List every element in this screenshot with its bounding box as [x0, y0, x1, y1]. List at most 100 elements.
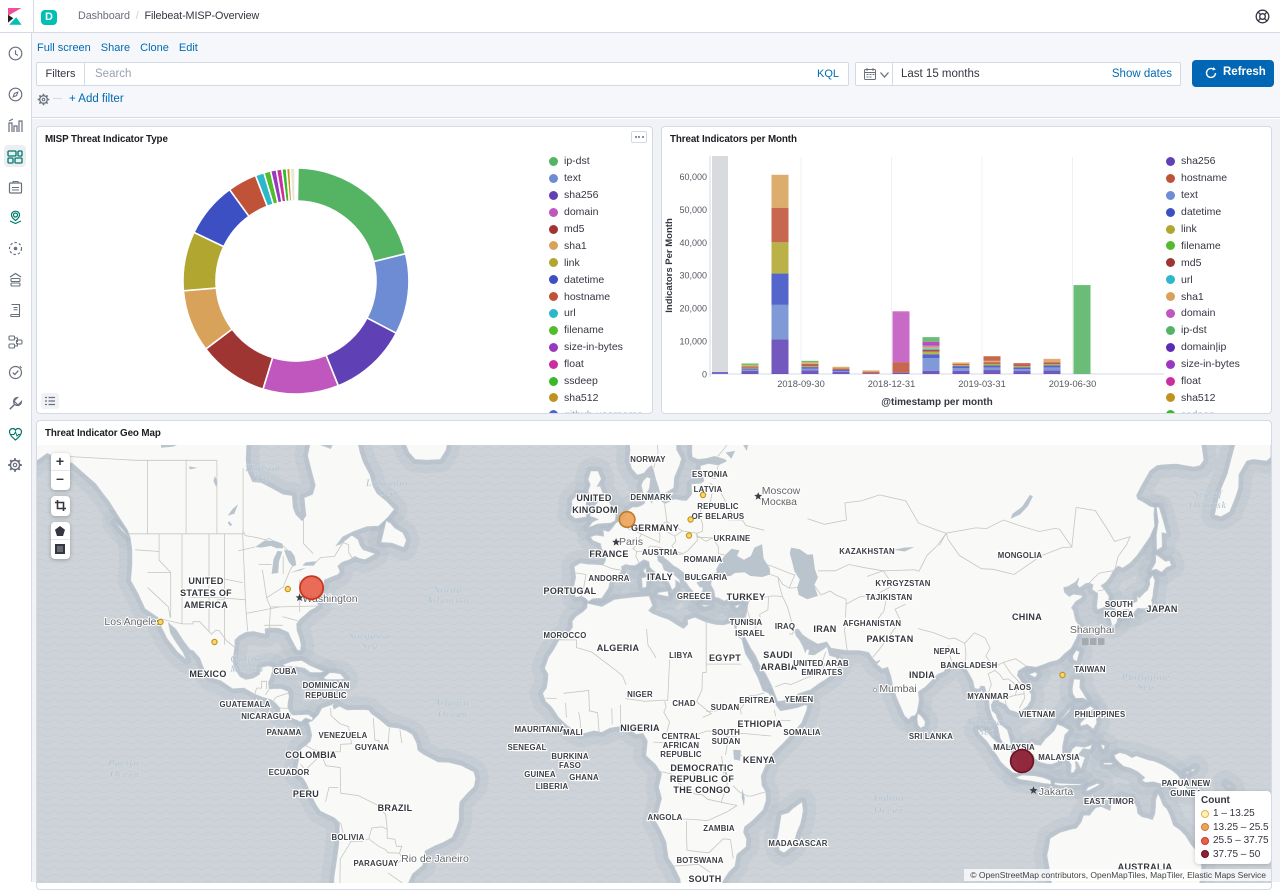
- svg-text:MAURITANIA: MAURITANIA: [515, 725, 566, 734]
- svg-text:AFGHANISTAN: AFGHANISTAN: [843, 619, 902, 628]
- svg-text:NEPAL: NEPAL: [934, 647, 961, 656]
- svg-text:0: 0: [702, 370, 707, 380]
- svg-text:NICARAGUA: NICARAGUA: [241, 712, 291, 721]
- svg-text:CUBA: CUBA: [273, 667, 296, 676]
- svg-text:REPUBLIC: REPUBLIC: [305, 691, 347, 700]
- svg-text:Bay: Bay: [254, 474, 271, 484]
- svg-text:2018-09-30: 2018-09-30: [777, 379, 825, 389]
- svg-text:STATES OF: STATES OF: [180, 588, 232, 598]
- svg-text:PERU: PERU: [293, 789, 319, 799]
- svg-text:Los Angeles: Los Angeles: [104, 616, 161, 628]
- svg-text:MALI: MALI: [563, 728, 583, 737]
- svg-text:ERITREA: ERITREA: [739, 696, 775, 705]
- svg-text:ETHIOPIA: ETHIOPIA: [738, 719, 783, 729]
- svg-text:SOUTH: SOUTH: [1105, 600, 1133, 609]
- svg-text:PORTUGAL: PORTUGAL: [544, 586, 597, 596]
- svg-text:SOUTH: SOUTH: [712, 728, 740, 737]
- svg-text:2018-12-31: 2018-12-31: [868, 379, 916, 389]
- svg-text:30,000: 30,000: [679, 271, 707, 281]
- svg-text:GREECE: GREECE: [677, 592, 711, 601]
- svg-text:REPUBLIC: REPUBLIC: [660, 750, 702, 759]
- svg-text:Ocean: Ocean: [874, 806, 903, 816]
- svg-text:UNITED: UNITED: [188, 576, 223, 586]
- svg-text:Okhotsk: Okhotsk: [1189, 501, 1226, 511]
- svg-text:Ocean: Ocean: [438, 710, 467, 720]
- svg-text:VIETNAM: VIETNAM: [1019, 710, 1056, 719]
- svg-text:MEXICO: MEXICO: [189, 669, 226, 679]
- svg-text:JAPAN: JAPAN: [1146, 604, 1177, 614]
- svg-text:Mumbai: Mumbai: [879, 683, 916, 695]
- svg-text:GUYANA: GUYANA: [355, 743, 389, 752]
- svg-text:SUDAN: SUDAN: [711, 703, 740, 712]
- svg-text:60,000: 60,000: [679, 172, 707, 182]
- svg-text:DOMINICAN: DOMINICAN: [303, 681, 350, 690]
- svg-text:GERMANY: GERMANY: [631, 523, 679, 533]
- svg-text:ALGERIA: ALGERIA: [597, 643, 640, 653]
- svg-text:OF BELARUS: OF BELARUS: [692, 512, 745, 521]
- svg-text:Sea: Sea: [979, 728, 995, 738]
- svg-text:Andaman: Andaman: [965, 718, 1009, 728]
- svg-text:BULGARIA: BULGARIA: [685, 573, 728, 582]
- svg-text:EGYPT: EGYPT: [709, 653, 741, 663]
- svg-text:Sea: Sea: [1138, 683, 1154, 693]
- svg-text:@timestamp per month: @timestamp per month: [881, 397, 992, 408]
- svg-text:UKRAINE: UKRAINE: [714, 534, 751, 543]
- svg-text:UNITED ARAB: UNITED ARAB: [793, 659, 849, 668]
- svg-text:NIGERIA: NIGERIA: [620, 723, 660, 733]
- svg-text:Atlantic: Atlantic: [433, 699, 471, 709]
- svg-text:MONGOLIA: MONGOLIA: [998, 551, 1043, 560]
- svg-text:2019-03-31: 2019-03-31: [958, 379, 1006, 389]
- svg-text:MALAYSIA: MALAYSIA: [993, 743, 1035, 752]
- svg-text:Ocean: Ocean: [110, 770, 139, 780]
- svg-text:SUDAN: SUDAN: [712, 737, 741, 746]
- svg-text:Sea: Sea: [362, 642, 378, 652]
- svg-text:Pacific: Pacific: [107, 758, 141, 769]
- svg-text:KINGDOM: KINGDOM: [572, 505, 618, 515]
- svg-text:INDIA: INDIA: [909, 670, 935, 680]
- svg-text:PARAGUAY: PARAGUAY: [354, 859, 400, 868]
- svg-text:REPUBLIC: REPUBLIC: [697, 502, 739, 511]
- svg-text:Labrador: Labrador: [365, 479, 410, 489]
- svg-text:THE CONGO: THE CONGO: [673, 785, 730, 795]
- svg-text:Shanghai: Shanghai: [1070, 624, 1114, 636]
- svg-text:NORWAY: NORWAY: [630, 455, 666, 464]
- svg-text:ITALY: ITALY: [647, 572, 673, 582]
- svg-text:AMERICA: AMERICA: [184, 600, 228, 610]
- svg-text:EAST TIMOR: EAST TIMOR: [1084, 797, 1134, 806]
- svg-text:Sargasso: Sargasso: [349, 632, 391, 642]
- svg-text:VENEZUELA: VENEZUELA: [318, 731, 367, 740]
- svg-text:ROMANIA: ROMANIA: [684, 555, 723, 564]
- svg-text:Rio de Janeiro: Rio de Janeiro: [401, 853, 469, 865]
- svg-text:TAIWAN: TAIWAN: [1074, 665, 1106, 674]
- svg-text:Gulf of: Gulf of: [231, 654, 264, 665]
- svg-text:EMIRATES: EMIRATES: [801, 668, 842, 677]
- svg-text:LAOS: LAOS: [1009, 683, 1031, 692]
- svg-text:20,000: 20,000: [679, 304, 707, 314]
- svg-text:COLOMBIA: COLOMBIA: [285, 750, 337, 760]
- svg-text:PANAMA: PANAMA: [267, 728, 302, 737]
- svg-text:KYRGYZSTAN: KYRGYZSTAN: [875, 579, 930, 588]
- svg-text:Hudson: Hudson: [245, 464, 281, 474]
- svg-text:LIBERIA: LIBERIA: [536, 782, 569, 791]
- svg-text:NIGER: NIGER: [627, 690, 653, 699]
- svg-text:IRAN: IRAN: [813, 624, 836, 634]
- svg-text:Atlantiko: Atlantiko: [426, 596, 470, 606]
- svg-text:TAJIKISTAN: TAJIKISTAN: [866, 593, 913, 602]
- svg-text:ANGOLA: ANGOLA: [648, 813, 683, 822]
- svg-text:Indian: Indian: [873, 794, 904, 804]
- svg-text:BOTSWANA: BOTSWANA: [676, 856, 723, 865]
- svg-text:ESTONIA: ESTONIA: [692, 470, 728, 479]
- svg-text:CHAD: CHAD: [672, 699, 695, 708]
- svg-text:ZAMBIA: ZAMBIA: [703, 824, 735, 833]
- svg-text:ISRAEL: ISRAEL: [735, 629, 765, 638]
- svg-text:CENTRAL: CENTRAL: [662, 732, 701, 741]
- svg-text:FASO: FASO: [559, 761, 581, 770]
- svg-text:Philippine: Philippine: [1121, 673, 1171, 683]
- svg-text:GUATEMALA: GUATEMALA: [219, 700, 270, 709]
- svg-text:Mexico: Mexico: [229, 665, 263, 675]
- svg-text:TURKEY: TURKEY: [727, 592, 766, 602]
- svg-text:BURKINA: BURKINA: [551, 752, 589, 761]
- svg-text:GHANA: GHANA: [569, 773, 599, 782]
- svg-text:YEMEN: YEMEN: [785, 695, 814, 704]
- svg-text:SENEGAL: SENEGAL: [507, 743, 546, 752]
